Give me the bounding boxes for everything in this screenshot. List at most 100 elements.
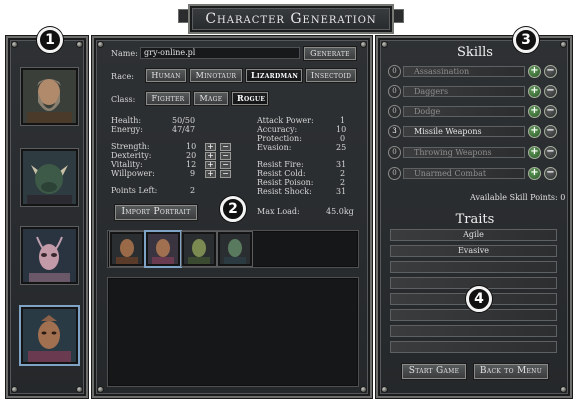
portrait-human[interactable] [21,68,78,125]
attack-power-label: Attack Power: [257,116,314,125]
portrait-thumb-1[interactable] [110,232,144,266]
resist-cold-label: Resist Cold: [257,169,306,178]
skill-row-missile-weapons: 3 Missile Weapons + − [388,125,558,138]
skill-minus-button[interactable]: − [544,125,557,138]
vitality-value: 12 [186,160,197,169]
back-to-menu-button[interactable]: Back to Menu [474,364,548,379]
traits-title: Traits [455,212,495,227]
resist-fire-label: Resist Fire: [257,160,304,169]
name-input[interactable]: gry-online.pl [140,47,300,59]
portrait-lizardman[interactable] [21,307,78,364]
skill-name: Throwing Weapons [403,147,525,158]
protection-value: 0 [340,134,346,143]
portrait-thumb-2[interactable] [146,232,180,266]
race-lizardman-button[interactable]: Lizardman [246,69,302,82]
points-left-value: 2 [190,186,196,195]
dexterity-plus-button[interactable]: + [205,152,216,160]
willpower-label: Willpower: [111,169,155,178]
description-area [107,277,359,387]
bolt [76,41,83,48]
trait-evasive[interactable]: Evasive [390,245,557,257]
skill-row-dodge: 0 Dodge + − [388,105,558,118]
skill-row-throwing-weapons: 0 Throwing Weapons + − [388,146,558,159]
minotaur-portrait-image [23,151,76,204]
strength-minus-button[interactable]: − [220,143,231,151]
evasion-label: Evasion: [257,143,292,152]
strength-plus-button[interactable]: + [205,143,216,151]
human-portrait-image [23,70,76,123]
bolt [381,41,388,48]
class-mage-button[interactable]: Mage [194,92,228,105]
bolt [360,386,367,393]
skill-level: 0 [388,85,401,98]
race-human-button[interactable]: Human [146,69,186,82]
portrait-insectoid[interactable] [21,227,78,284]
skill-minus-button[interactable]: − [544,105,557,118]
trait-empty[interactable] [390,341,557,353]
lizard-thumb-image [116,239,138,264]
skill-plus-button[interactable]: + [528,105,541,118]
badge-1: 1 [37,27,63,53]
race-minotaur-button[interactable]: Minotaur [190,69,242,82]
portrait-thumb-4[interactable] [218,232,252,266]
attack-power-value: 1 [340,116,346,125]
class-fighter-button[interactable]: Fighter [146,92,190,105]
bolt [11,41,18,48]
skill-level: 0 [388,65,401,78]
willpower-plus-button[interactable]: + [205,170,216,178]
skill-level: 0 [388,146,401,159]
class-rogue-button[interactable]: Rogue [232,92,268,105]
skill-level: 0 [388,105,401,118]
skill-plus-button[interactable]: + [528,167,541,180]
skill-plus-button[interactable]: + [528,125,541,138]
dexterity-minus-button[interactable]: − [220,152,231,160]
skill-name: Assassination [403,66,525,77]
skill-name: Daggers [403,86,525,97]
trait-empty[interactable] [390,261,557,273]
trait-empty[interactable] [390,325,557,337]
willpower-minus-button[interactable]: − [220,170,231,178]
accuracy-value: 10 [336,125,347,134]
skill-plus-button[interactable]: + [528,85,541,98]
race-insectoid-button[interactable]: Insectoid [306,69,356,82]
strength-label: Strength: [111,142,150,151]
skill-row-unarmed-combat: 0 Unarmed Combat + − [388,167,558,180]
max-load-value: 45.0kg [326,207,354,216]
skill-minus-button[interactable]: − [544,85,557,98]
bolt [560,386,567,393]
vitality-minus-button[interactable]: − [220,161,231,169]
bolt [560,41,567,48]
bolt [76,386,83,393]
import-portrait-button[interactable]: Import Portrait [115,205,197,220]
skill-minus-button[interactable]: − [544,167,557,180]
health-label: Health: [111,116,142,125]
dexterity-label: Dexterity: [111,151,152,160]
lizard-thumb-image [224,239,246,264]
vitality-label: Vitality: [111,160,143,169]
accuracy-label: Accuracy: [257,125,298,134]
skills-title: Skills [457,45,493,60]
available-skill-points: Available Skill Points: 0 [470,193,566,202]
energy-value: 47/47 [172,125,196,134]
bolt [381,386,388,393]
trait-agile[interactable]: Agile [390,229,557,241]
skill-minus-button[interactable]: − [544,146,557,159]
vitality-plus-button[interactable]: + [205,161,216,169]
health-value: 50/50 [172,116,196,125]
skill-name: Unarmed Combat [403,168,525,179]
generate-button[interactable]: Generate [304,47,356,60]
portrait-minotaur[interactable] [21,149,78,206]
skill-plus-button[interactable]: + [528,146,541,159]
energy-label: Energy: [111,125,143,134]
lizard-thumb-image [152,239,174,264]
start-game-button[interactable]: Start Game [402,364,466,379]
insectoid-portrait-image [23,229,76,282]
max-load-label: Max Load: [257,207,300,216]
skill-minus-button[interactable]: − [544,65,557,78]
bolt [11,386,18,393]
resist-cold-value: 2 [340,169,346,178]
portrait-thumb-3[interactable] [182,232,216,266]
resist-fire-value: 31 [336,160,347,169]
resist-poison-value: 2 [340,178,346,187]
skill-plus-button[interactable]: + [528,65,541,78]
